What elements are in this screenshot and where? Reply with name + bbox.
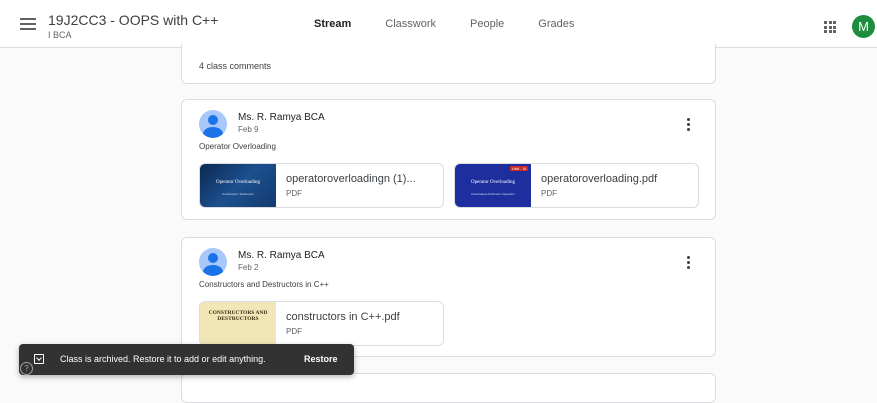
attachment-thumbnail: Operator Overloading Constructor / Destr… [200,164,276,207]
attachment-name: operatoroverloading.pdf [541,173,658,185]
tab-stream[interactable]: Stream [297,0,369,47]
post-text: Constructors and Destructors in C++ [199,280,329,289]
post-author: Ms. R. Ramya BCA [238,250,325,261]
tab-bar: Stream Classwork People Grades [297,0,591,47]
attachment-type: PDF [541,189,557,198]
tab-classwork[interactable]: Classwork [368,0,453,47]
attachment-type: PDF [286,327,302,336]
help-icon[interactable]: ? [20,362,33,375]
thumbnail-subtitle: Overloaded Arithmetic Operators [471,192,515,196]
snackbar-message: Class is archived. Restore it to add or … [60,354,266,364]
thumbnail-title: Operator Overloading [470,180,515,185]
post-text: Operator Overloading [199,142,276,151]
thumbnail-title: Operator Overloading [215,180,260,185]
class-section: I BCA [48,30,72,40]
post-card [181,373,716,403]
thumbnail-badge: Unit - III [509,166,528,171]
class-title[interactable]: 19J2CC3 - OOPS with C++ [48,12,218,28]
post-card: Ms. R. Ramya BCA Feb 2 Constructors and … [181,237,716,357]
top-app-bar: 19J2CC3 - OOPS with C++ I BCA Stream Cla… [0,0,877,48]
attachment-thumbnail: Unit - III Operator Overloading Overload… [455,164,531,207]
tab-grades[interactable]: Grades [521,0,591,47]
attachment-card[interactable]: Unit - III Operator Overloading Overload… [454,163,699,208]
restore-button[interactable]: Restore [304,354,338,364]
restore-icon [34,354,44,364]
author-avatar-icon [199,110,227,138]
archived-snackbar: Class is archived. Restore it to add or … [19,344,354,375]
thumbnail-subtitle: Constructor / Destructor [222,192,254,196]
thumbnail-title: CONSTRUCTORS AND DESTRUCTORS [208,310,268,322]
tab-people[interactable]: People [453,0,521,47]
class-comments-link[interactable]: 4 class comments [199,61,271,71]
attachment-type: PDF [286,189,302,198]
post-date: Feb 9 [238,125,259,134]
post-date: Feb 2 [238,263,259,272]
author-avatar-icon [199,248,227,276]
post-author: Ms. R. Ramya BCA [238,112,325,123]
more-options-icon[interactable] [687,256,691,270]
more-options-icon[interactable] [687,118,691,132]
attachment-name: constructors in C++.pdf [286,311,400,323]
attachment-card[interactable]: Operator Overloading Constructor / Destr… [199,163,444,208]
attachment-card[interactable]: CONSTRUCTORS AND DESTRUCTORS constructor… [199,301,444,346]
post-card-previous: 4 class comments [181,44,716,84]
google-apps-icon[interactable] [824,21,836,33]
post-card: Ms. R. Ramya BCA Feb 9 Operator Overload… [181,99,716,220]
hamburger-menu-icon[interactable] [20,18,36,30]
account-avatar[interactable]: M [852,15,875,38]
attachment-thumbnail: CONSTRUCTORS AND DESTRUCTORS [200,302,276,345]
attachment-name: operatoroverloadingn (1)... [286,173,416,185]
